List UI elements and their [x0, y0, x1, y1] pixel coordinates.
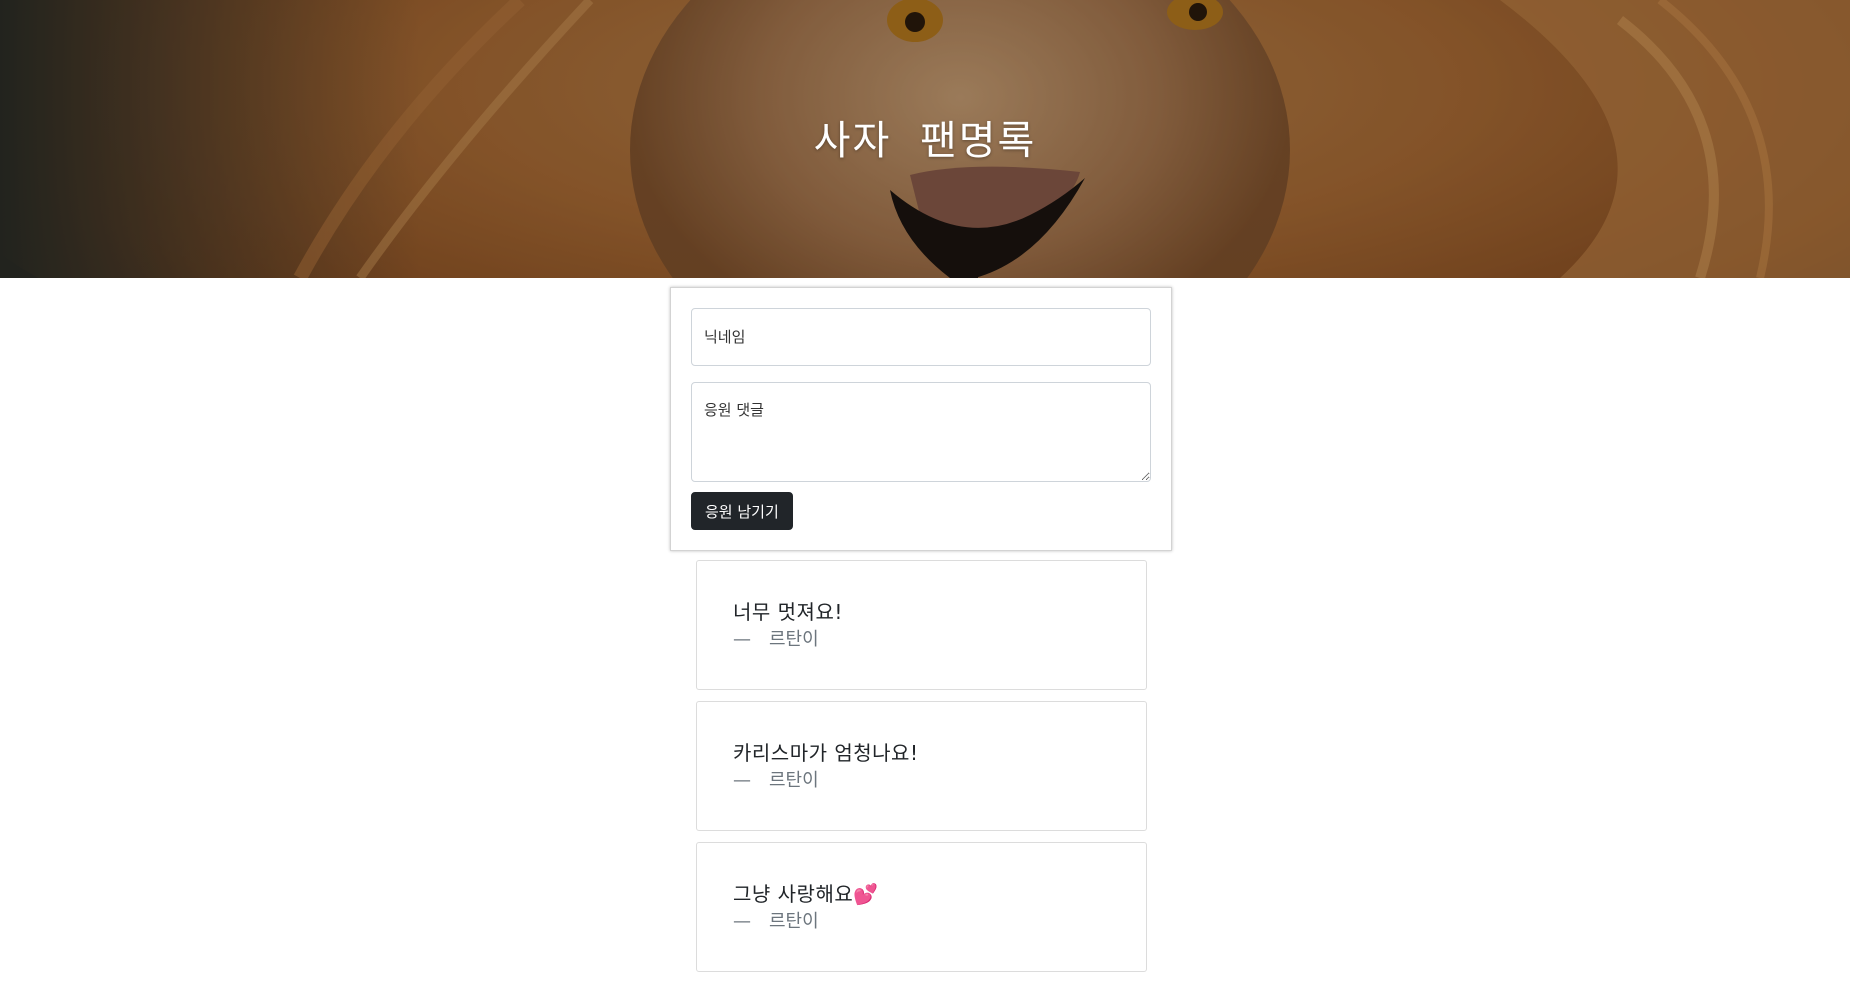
comment-form: 응원 남기기 — [670, 287, 1172, 551]
comment-text: 너무 멋져요! — [733, 600, 843, 624]
page-title: 사자 팬명록 — [813, 118, 1037, 164]
comment-author: 르탄이 — [769, 770, 819, 791]
author-dash: — — [733, 911, 751, 932]
submit-comment-button[interactable]: 응원 남기기 — [691, 492, 793, 530]
comment-author: 르탄이 — [769, 911, 819, 932]
nickname-input[interactable] — [691, 308, 1151, 366]
comment-text: 그냥 사랑해요💕 — [733, 882, 879, 906]
comment-author-line: — 르탄이 — [733, 770, 1110, 792]
comment-author-line: — 르탄이 — [733, 911, 1110, 933]
comment-list: 너무 멋져요! — 르탄이 카리스마가 엄청나요! — 르탄이 그냥 사랑해요💕 —… — [696, 560, 1147, 983]
comment-author-line: — 르탄이 — [733, 629, 1110, 651]
comment-card: 그냥 사랑해요💕 — 르탄이 — [696, 842, 1147, 972]
author-dash: — — [733, 629, 751, 650]
comment-text: 카리스마가 엄청나요! — [733, 741, 919, 765]
hero-banner: 사자 팬명록 — [0, 0, 1850, 278]
author-dash: — — [733, 770, 751, 791]
comment-card: 카리스마가 엄청나요! — 르탄이 — [696, 701, 1147, 831]
comment-author: 르탄이 — [769, 629, 819, 650]
comment-card: 너무 멋져요! — 르탄이 — [696, 560, 1147, 690]
comment-textarea[interactable] — [691, 382, 1151, 482]
